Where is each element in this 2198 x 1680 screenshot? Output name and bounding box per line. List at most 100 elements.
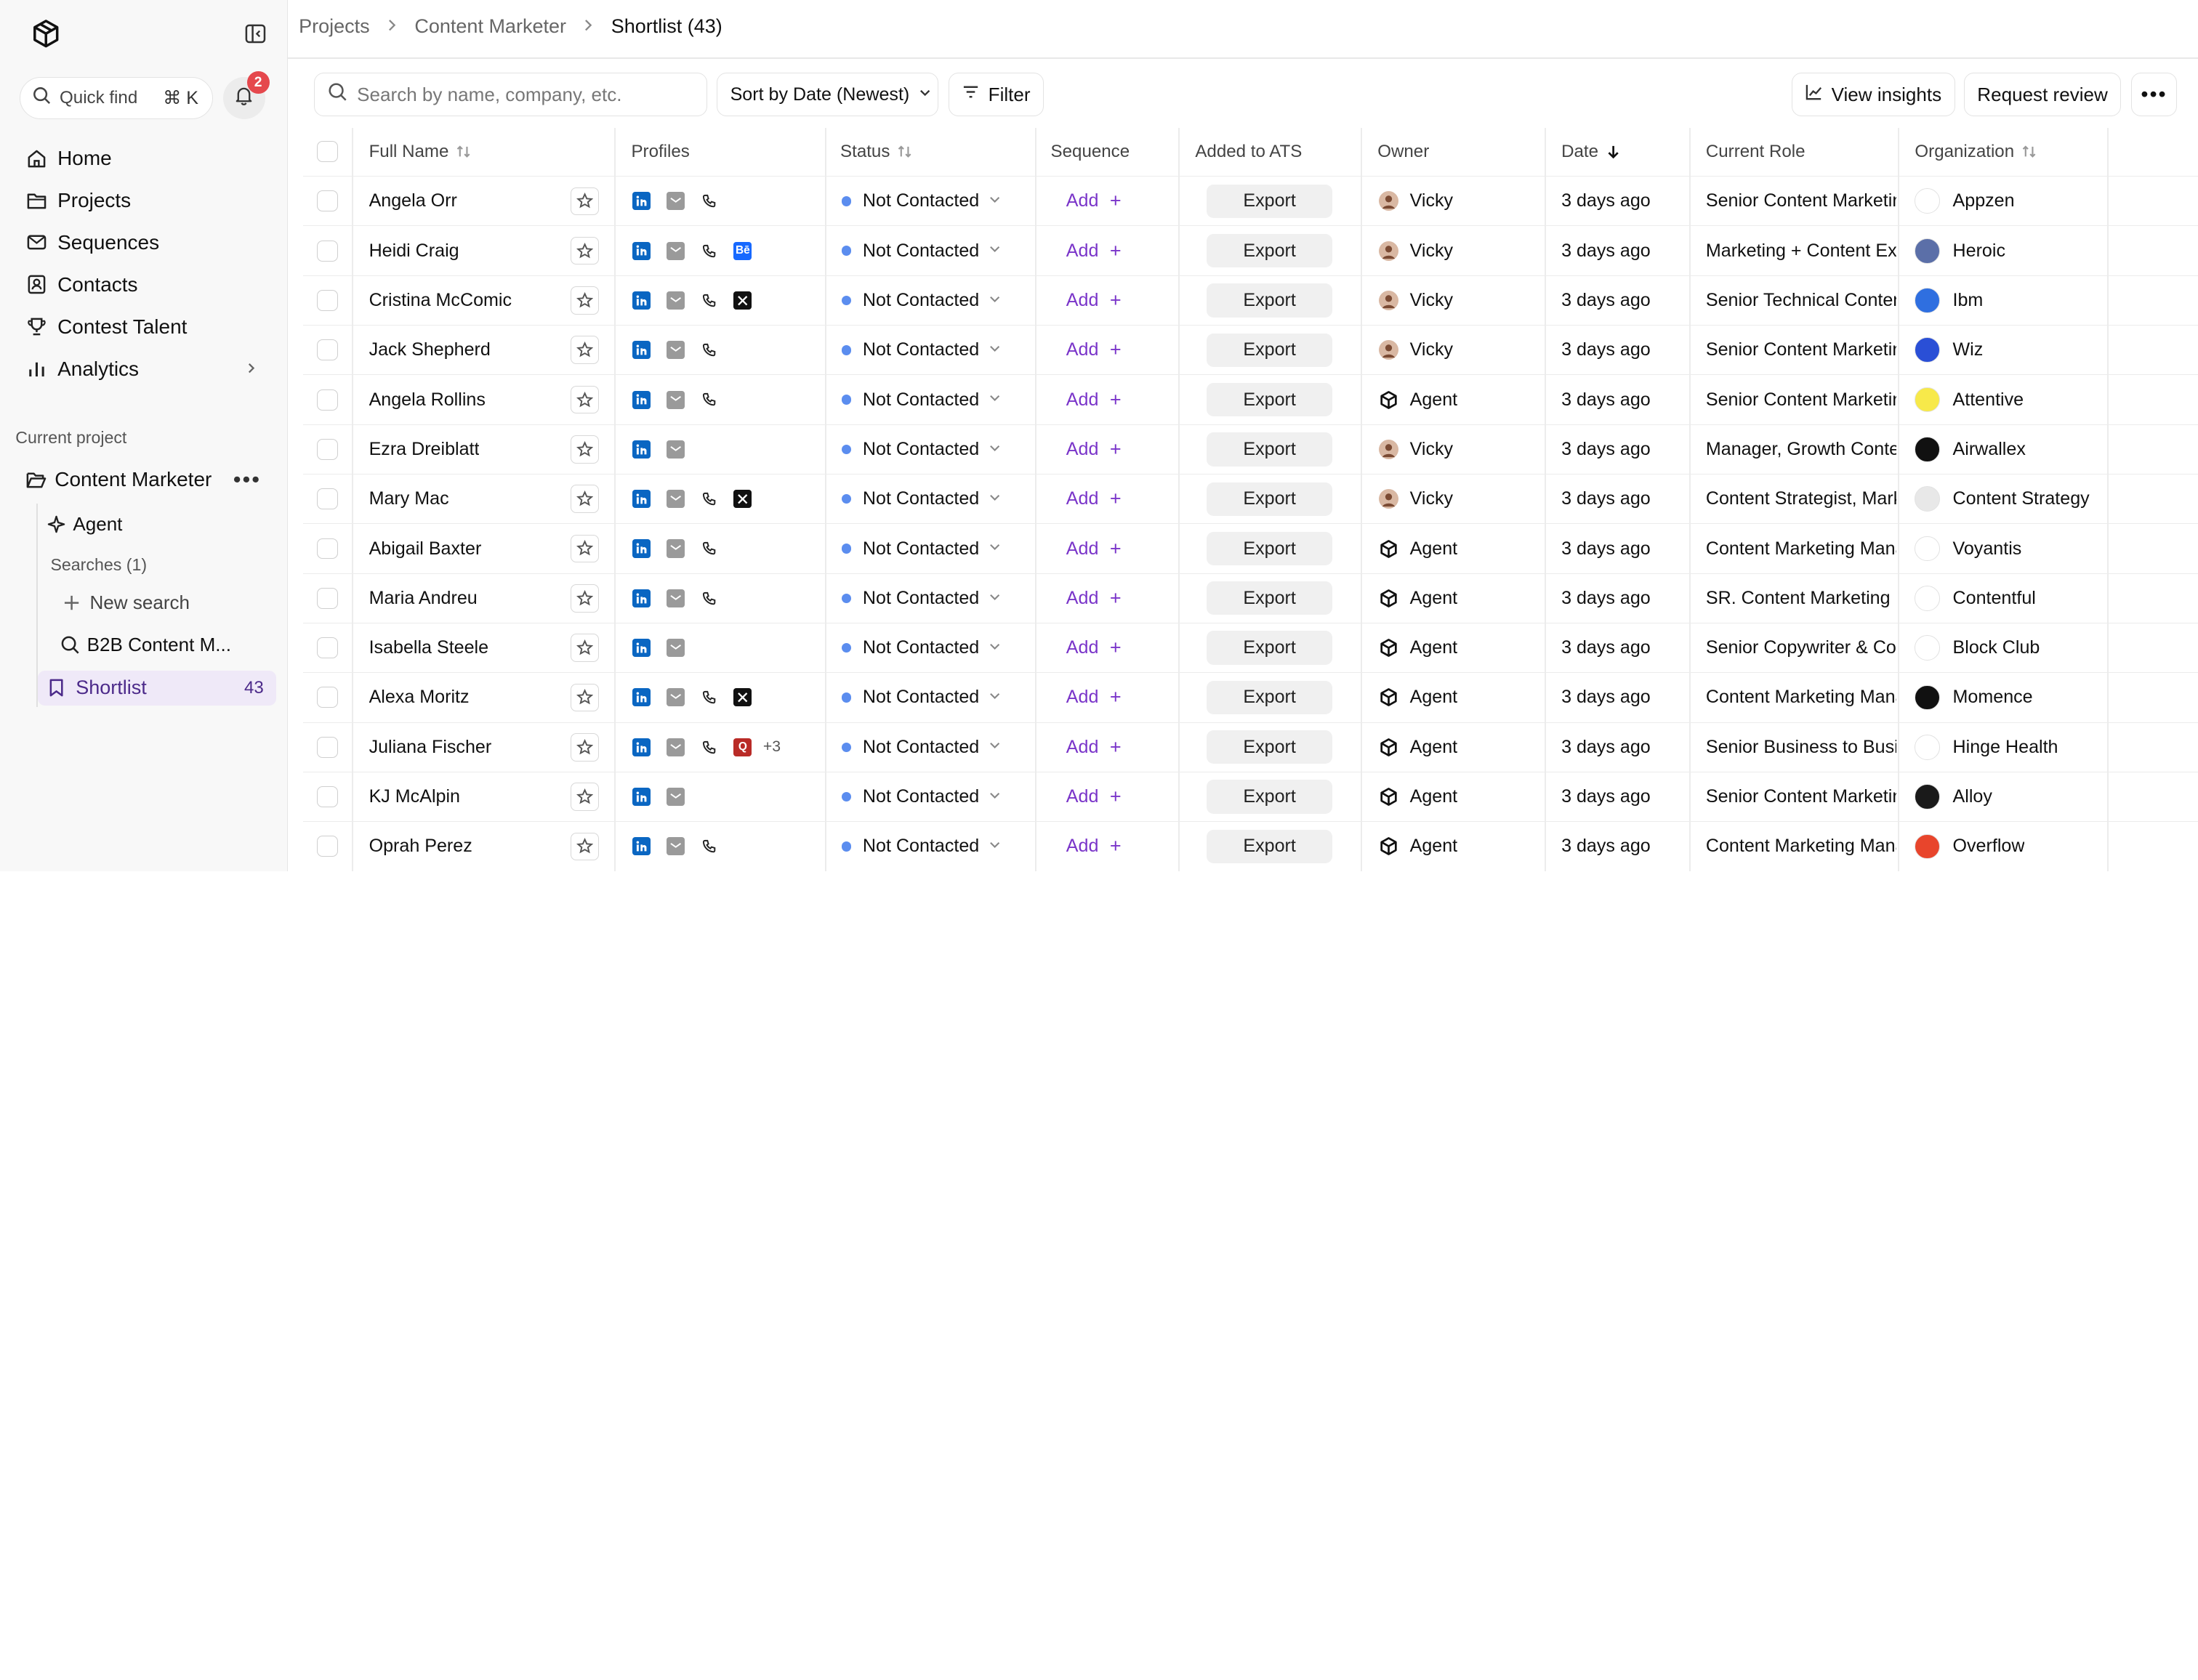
phone-icon[interactable] xyxy=(700,589,718,607)
sidebar-item-shortlist[interactable]: Shortlist 43 xyxy=(38,670,277,706)
status-dropdown[interactable]: Not Contacted xyxy=(841,326,1002,374)
quora-icon[interactable]: Q xyxy=(733,738,752,756)
sidebar-item-search[interactable]: B2B Content M... xyxy=(60,634,231,656)
row-checkbox[interactable] xyxy=(317,339,339,361)
export-button[interactable]: Export xyxy=(1206,531,1333,566)
table-row[interactable]: Heidi Craig Bē Not Contacted Add + Export Vick… xyxy=(302,226,2198,276)
organization-cell[interactable]: Block Club xyxy=(1915,623,2040,672)
new-search-button[interactable]: New search xyxy=(63,591,190,614)
export-button[interactable]: Export xyxy=(1206,432,1333,467)
row-checkbox[interactable] xyxy=(317,438,339,460)
organization-cell[interactable]: Overflow xyxy=(1915,822,2024,871)
candidate-name[interactable]: Isabella Steele xyxy=(369,623,489,672)
organization-cell[interactable]: Contentful xyxy=(1915,574,2036,623)
add-to-sequence-button[interactable]: Add + xyxy=(1066,587,1122,610)
x-twitter-icon[interactable] xyxy=(733,490,752,509)
table-row[interactable]: Angela Rollins Not Contacted Add + Export Age… xyxy=(302,375,2198,425)
row-checkbox[interactable] xyxy=(317,637,339,659)
sidebar-item-agent[interactable]: Agent xyxy=(47,513,122,536)
star-icon[interactable] xyxy=(571,485,600,513)
table-row[interactable]: Ezra Dreiblatt Not Contacted Add + Export Vic… xyxy=(302,424,2198,475)
candidate-name[interactable]: Heidi Craig xyxy=(369,226,459,275)
nav-item-contest-talent[interactable]: Contest Talent xyxy=(25,310,267,344)
status-dropdown[interactable]: Not Contacted xyxy=(841,623,1002,672)
mail-icon[interactable] xyxy=(666,490,685,509)
candidate-name[interactable]: Mary Mac xyxy=(369,474,449,523)
nav-item-contacts[interactable]: Contacts xyxy=(25,268,267,302)
sidebar-collapse-icon[interactable] xyxy=(244,23,267,45)
row-checkbox[interactable] xyxy=(317,190,339,212)
row-checkbox[interactable] xyxy=(317,488,339,510)
phone-icon[interactable] xyxy=(700,837,718,855)
linkedin-icon[interactable] xyxy=(632,490,651,509)
header-status[interactable]: Status xyxy=(840,128,912,177)
status-dropdown[interactable]: Not Contacted xyxy=(841,524,1002,573)
row-checkbox[interactable] xyxy=(317,836,339,857)
star-icon[interactable] xyxy=(571,336,600,365)
status-dropdown[interactable]: Not Contacted xyxy=(841,425,1002,474)
add-to-sequence-button[interactable]: Add + xyxy=(1066,686,1122,708)
mail-icon[interactable] xyxy=(666,589,685,607)
row-checkbox[interactable] xyxy=(317,587,339,609)
status-dropdown[interactable]: Not Contacted xyxy=(841,574,1002,623)
export-button[interactable]: Export xyxy=(1206,382,1333,417)
more-options-button[interactable]: ••• xyxy=(2130,73,2178,117)
table-row[interactable]: Mary Mac Not Contacted Add + Export Vicky 3 da… xyxy=(302,474,2198,525)
phone-icon[interactable] xyxy=(700,341,718,359)
star-icon[interactable] xyxy=(571,832,600,861)
export-button[interactable]: Export xyxy=(1206,333,1333,367)
star-icon[interactable] xyxy=(571,732,600,762)
organization-cell[interactable]: Appzen xyxy=(1915,177,2015,225)
organization-cell[interactable]: Content Strategy xyxy=(1915,474,2090,523)
export-button[interactable]: Export xyxy=(1206,482,1333,516)
candidate-name[interactable]: Angela Rollins xyxy=(369,375,486,424)
organization-cell[interactable]: Alloy xyxy=(1915,772,1992,821)
status-dropdown[interactable]: Not Contacted xyxy=(841,375,1002,424)
status-dropdown[interactable]: Not Contacted xyxy=(841,772,1002,821)
add-to-sequence-button[interactable]: Add + xyxy=(1066,339,1122,361)
add-to-sequence-button[interactable]: Add + xyxy=(1066,786,1122,808)
mail-icon[interactable] xyxy=(666,390,685,409)
phone-icon[interactable] xyxy=(700,738,718,756)
table-row[interactable]: Abigail Baxter Not Contacted Add + Export Age… xyxy=(302,524,2198,574)
star-icon[interactable] xyxy=(571,236,600,265)
linkedin-icon[interactable] xyxy=(632,241,651,260)
phone-icon[interactable] xyxy=(700,291,718,310)
mail-icon[interactable] xyxy=(666,341,685,360)
candidate-name[interactable]: Cristina McComic xyxy=(369,276,512,325)
linkedin-icon[interactable] xyxy=(632,589,651,607)
candidate-name[interactable]: Oprah Perez xyxy=(369,822,472,871)
row-checkbox[interactable] xyxy=(317,289,339,311)
row-checkbox[interactable] xyxy=(317,389,339,411)
organization-cell[interactable]: Momence xyxy=(1915,673,2033,722)
row-checkbox[interactable] xyxy=(317,736,339,758)
mail-icon[interactable] xyxy=(666,241,685,260)
add-to-sequence-button[interactable]: Add + xyxy=(1066,538,1122,560)
export-button[interactable]: Export xyxy=(1206,780,1333,814)
table-row[interactable]: Juliana Fischer Q +3 Not Contacted Add + Expor… xyxy=(302,722,2198,772)
linkedin-icon[interactable] xyxy=(632,788,651,807)
add-to-sequence-button[interactable]: Add + xyxy=(1066,438,1122,461)
export-button[interactable]: Export xyxy=(1206,680,1333,715)
status-dropdown[interactable]: Not Contacted xyxy=(841,822,1002,871)
select-all-checkbox[interactable] xyxy=(317,141,339,163)
add-to-sequence-button[interactable]: Add + xyxy=(1066,389,1122,411)
search-input[interactable] xyxy=(357,83,694,106)
star-icon[interactable] xyxy=(571,534,600,563)
add-to-sequence-button[interactable]: Add + xyxy=(1066,289,1122,312)
phone-icon[interactable] xyxy=(700,242,718,260)
star-icon[interactable] xyxy=(571,435,600,464)
export-button[interactable]: Export xyxy=(1206,829,1333,864)
table-row[interactable]: Cristina McComic Not Contacted Add + Export V… xyxy=(302,275,2198,326)
status-dropdown[interactable]: Not Contacted xyxy=(841,474,1002,523)
row-checkbox[interactable] xyxy=(317,687,339,708)
status-dropdown[interactable]: Not Contacted xyxy=(841,673,1002,722)
header-full-name[interactable]: Full Name xyxy=(369,128,472,177)
export-button[interactable]: Export xyxy=(1206,631,1333,665)
candidate-name[interactable]: Abigail Baxter xyxy=(369,524,482,573)
breadcrumb-item-project[interactable]: Content Marketer xyxy=(414,15,566,38)
behance-icon[interactable]: Bē xyxy=(733,241,752,260)
row-checkbox[interactable] xyxy=(317,538,339,560)
table-row[interactable]: Maria Andreu Not Contacted Add + Export Agent… xyxy=(302,573,2198,623)
organization-cell[interactable]: Wiz xyxy=(1915,326,1983,374)
